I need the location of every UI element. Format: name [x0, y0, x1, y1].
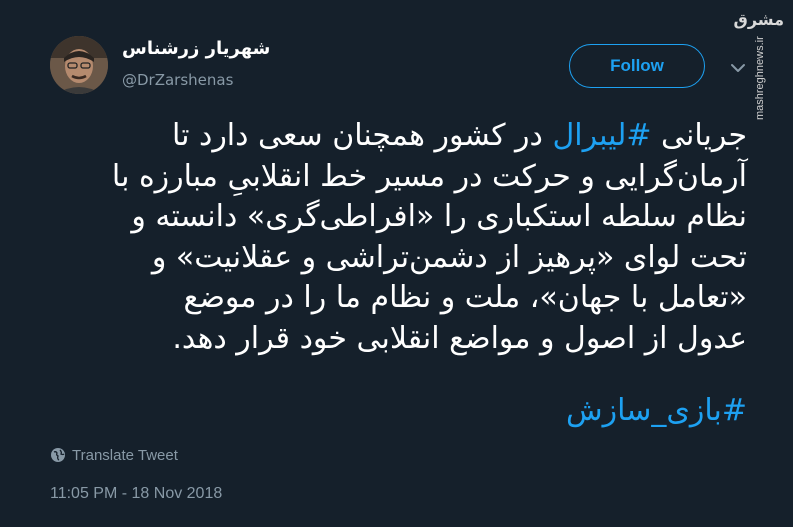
tweet-line: آرمان‌گرایی و حرکت در مسیر خط انقلابیِ م…: [111, 158, 747, 194]
author-handle[interactable]: @DrZarshenas: [122, 71, 233, 89]
tweet-text: جریانی #لیبرال در کشور همچنان سعی دارد ت…: [47, 116, 747, 359]
more-options-chevron-down-icon[interactable]: [728, 58, 748, 78]
tweet-timestamp[interactable]: 11:05 PM - 18 Nov 2018: [50, 485, 222, 503]
tweet-line: جریانی #لیبرال در کشور همچنان سعی دارد ت…: [171, 118, 747, 153]
author-display-name[interactable]: شهریار زرشناس: [122, 38, 282, 59]
tweet-line: «تعامل با جهان»، ملت و نظام ما را در موض…: [183, 280, 747, 315]
profile-photo-icon: [50, 36, 108, 94]
translate-tweet-label: Translate Tweet: [72, 446, 178, 464]
tweet-line: تحت لوای «پرهیز از دشمن‌تراشی و عقلانیت»…: [151, 239, 747, 275]
watermark: مشرق mashreghnews.ir: [733, 6, 788, 121]
follow-button[interactable]: Follow: [569, 44, 705, 88]
hashtag-link[interactable]: #بازی_سازش: [566, 393, 747, 428]
tweet-line: نظام سلطه استکباری را «افراطی‌گری» دانست…: [131, 199, 747, 234]
translate-tweet-link[interactable]: Translate Tweet: [50, 445, 178, 465]
tweet-line: عدول از اصول و مواضع انقلابی خود قرار ده…: [172, 320, 747, 356]
tweet-header: شهریار زرشناس @DrZarshenas Follow: [0, 0, 793, 110]
watermark-url: mashreghnews.ir: [754, 36, 766, 120]
globe-icon: [51, 448, 65, 462]
hashtag-link[interactable]: #لیبرال: [552, 118, 651, 153]
watermark-logo: مشرق: [733, 10, 784, 29]
avatar[interactable]: [50, 36, 108, 94]
